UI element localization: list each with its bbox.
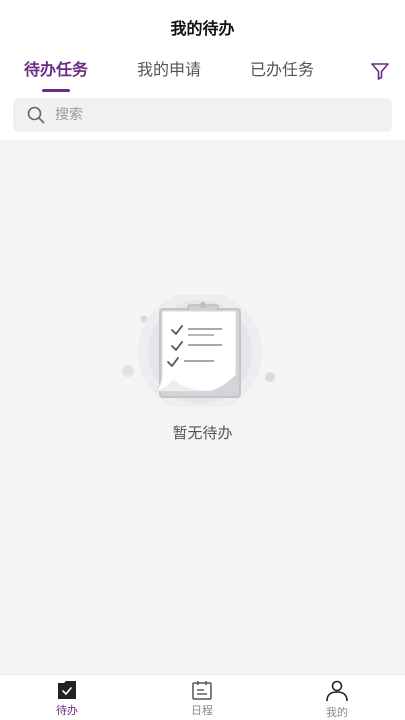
page-title: 我的待办 bbox=[170, 19, 235, 38]
search-input[interactable] bbox=[55, 107, 355, 123]
bottom-nav-todo[interactable]: 待办 bbox=[27, 675, 107, 720]
empty-state-text: 暂无待办 bbox=[172, 424, 233, 442]
bottom-nav-schedule[interactable]: 日程 bbox=[162, 675, 242, 720]
bottom-nav-label: 日程 bbox=[191, 704, 213, 717]
todo-page: 我的待办 待办任务 我的申请 已办任务 搜索 暂无待办 待办 日程 我的 bbox=[0, 0, 405, 720]
tab-pending-tasks[interactable]: 待办任务 bbox=[10, 44, 102, 92]
tab-completed-tasks[interactable]: 已办任务 bbox=[236, 44, 328, 92]
filter-icon bbox=[371, 63, 389, 80]
tab-label: 已办任务 bbox=[249, 60, 314, 79]
search-box[interactable] bbox=[13, 98, 392, 132]
bottom-nav-label: 我的 bbox=[326, 706, 348, 719]
filter-button[interactable] bbox=[369, 60, 391, 82]
search-bar bbox=[0, 92, 405, 140]
user-icon bbox=[326, 680, 348, 702]
tab-my-applications[interactable]: 我的申请 bbox=[123, 44, 215, 92]
bottom-nav-label: 待办 bbox=[56, 704, 78, 717]
empty-state: 暂无待办 bbox=[0, 140, 405, 674]
bottom-nav-me[interactable]: 我的 bbox=[297, 675, 377, 720]
bottom-nav: 待办 日程 我的 bbox=[0, 674, 405, 720]
calendar-icon bbox=[192, 681, 212, 700]
tab-label: 待办任务 bbox=[23, 60, 88, 79]
todo-check-icon bbox=[58, 681, 76, 699]
search-icon bbox=[27, 106, 45, 124]
tab-bar: 待办任务 我的申请 已办任务 bbox=[0, 44, 405, 92]
clipboard-checklist-illustration bbox=[122, 295, 275, 407]
tab-label: 我的申请 bbox=[136, 60, 201, 79]
header: 我的待办 bbox=[0, 0, 405, 44]
